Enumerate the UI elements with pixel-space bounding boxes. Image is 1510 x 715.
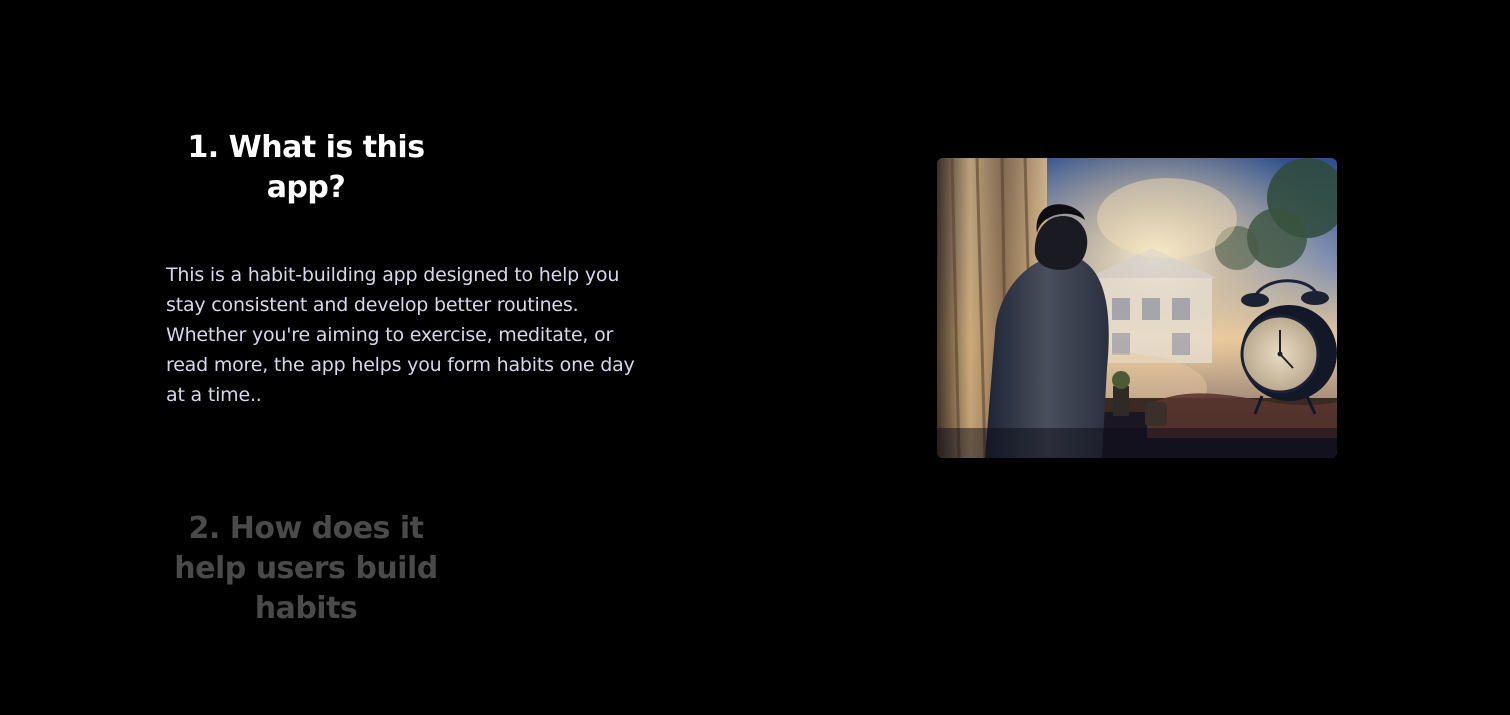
faq-answer-1: This is a habit-building app designed to…: [166, 264, 635, 406]
faq-question-1[interactable]: 1. What is this app?: [166, 128, 446, 208]
habit-illustration-image: [937, 158, 1337, 458]
faq-question-2[interactable]: 2. How does it help users build habits: [166, 509, 446, 629]
